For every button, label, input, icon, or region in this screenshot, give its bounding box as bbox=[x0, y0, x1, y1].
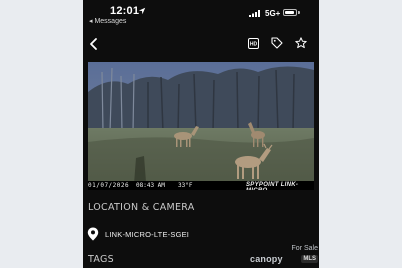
network-type: 5G+ bbox=[265, 9, 281, 18]
star-icon[interactable] bbox=[295, 37, 307, 49]
capture-time: 08:43 AM bbox=[136, 182, 165, 189]
camera-location-row[interactable]: LINK-MICRO-LTE-SGEI bbox=[87, 227, 307, 241]
phone-screen: 12:01 ◂ Messages 5G+ HD 01/07/2026 08:43… bbox=[83, 0, 319, 268]
camera-brand-logo: SPYPOINT LINK-MICRO bbox=[246, 182, 299, 190]
back-to-messages-link[interactable]: ◂ Messages bbox=[89, 17, 126, 25]
top-nav: HD bbox=[83, 34, 319, 54]
signal-strength-icon bbox=[249, 10, 260, 17]
map-pin-icon bbox=[87, 227, 99, 241]
listing-watermark: For Sale canopy MLS bbox=[248, 244, 318, 268]
trail-camera-photo[interactable]: 01/07/2026 08:43 AM 33°F SPYPOINT LINK-M… bbox=[88, 62, 314, 190]
photo-scene bbox=[88, 62, 314, 190]
battery-icon bbox=[283, 9, 297, 16]
tag-icon[interactable] bbox=[271, 37, 283, 49]
watermark-mls-badge: MLS bbox=[301, 255, 318, 263]
back-chevron-icon[interactable] bbox=[87, 34, 101, 54]
capture-date: 01/07/2026 bbox=[88, 182, 130, 189]
camera-name: LINK-MICRO-LTE-SGEI bbox=[105, 230, 190, 239]
capture-temperature: 33°F bbox=[178, 182, 193, 189]
watermark-for-sale: For Sale bbox=[291, 245, 318, 252]
status-time: 12:01 bbox=[110, 5, 140, 17]
tags-heading: TAGS bbox=[88, 254, 114, 265]
camera-info-strip: 01/07/2026 08:43 AM 33°F SPYPOINT LINK-M… bbox=[88, 181, 314, 190]
battery-nub bbox=[298, 11, 300, 14]
status-bar: 12:01 ◂ Messages 5G+ bbox=[83, 0, 319, 30]
hd-icon[interactable]: HD bbox=[248, 38, 259, 49]
location-camera-heading: LOCATION & CAMERA bbox=[88, 202, 195, 213]
location-arrow-icon bbox=[138, 7, 146, 15]
watermark-brand: canopy bbox=[250, 254, 283, 264]
svg-text:HD: HD bbox=[250, 42, 258, 48]
